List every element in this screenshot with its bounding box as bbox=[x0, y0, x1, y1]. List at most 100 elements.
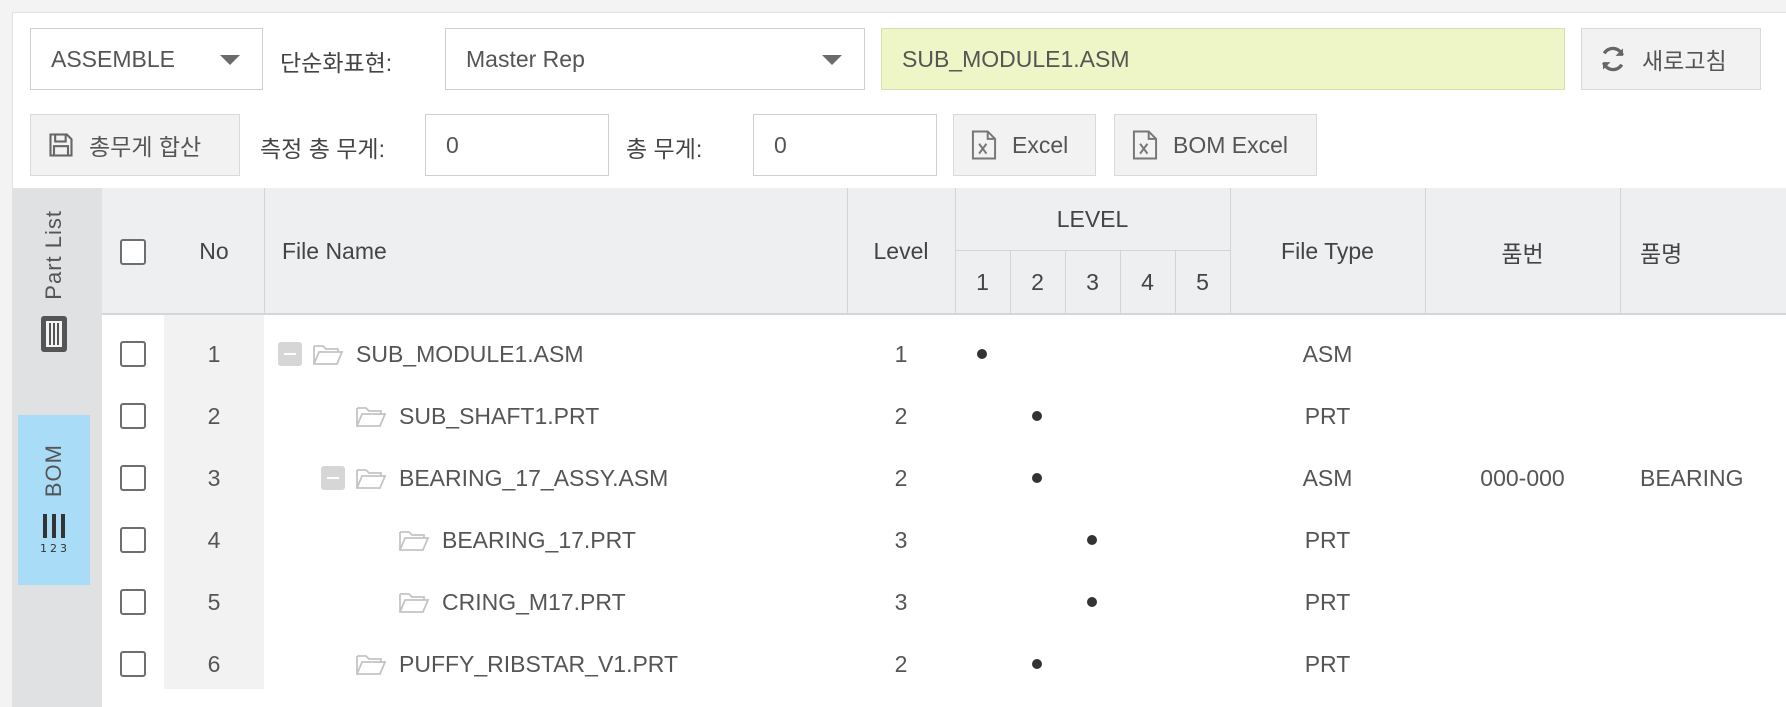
tab-bom[interactable]: BOM 1 2 3 bbox=[18, 415, 90, 585]
tab-part-list[interactable]: Part List bbox=[18, 210, 90, 390]
select-all-checkbox[interactable] bbox=[120, 238, 146, 265]
level-marker bbox=[1070, 571, 1114, 633]
table-row[interactable]: 6 PUFFY_RIBSTAR_V1.PRT 2 PRT bbox=[102, 633, 1786, 695]
row-file-type: PRT bbox=[1304, 526, 1351, 553]
current-file-field[interactable]: SUB_MODULE1.ASM bbox=[881, 28, 1565, 90]
row-file-type: PRT bbox=[1304, 402, 1351, 429]
row-checkbox-cell bbox=[120, 571, 150, 633]
row-checkbox[interactable] bbox=[120, 651, 146, 677]
header-file-type[interactable]: File Type bbox=[1230, 188, 1425, 315]
level-marker bbox=[960, 323, 1004, 385]
total-weight-input[interactable]: 0 bbox=[753, 114, 937, 176]
row-file-type: ASM bbox=[1302, 464, 1353, 491]
svg-text:2: 2 bbox=[50, 542, 57, 555]
row-checkbox[interactable] bbox=[120, 527, 146, 553]
row-no: 1 bbox=[207, 340, 221, 367]
rep-select-value: Master Rep bbox=[466, 45, 585, 72]
mode-select-value: ASSEMBLE bbox=[51, 45, 175, 72]
row-file-name: BEARING_17_ASSY.ASM bbox=[399, 464, 669, 491]
row-checkbox[interactable] bbox=[120, 465, 146, 491]
row-file-name: PUFFY_RIBSTAR_V1.PRT bbox=[399, 650, 679, 677]
bom-table: No File Name Level LEVEL 1 2 3 4 5 File … bbox=[102, 188, 1786, 707]
header-level-5: 5 bbox=[1196, 269, 1209, 295]
level-dot-icon bbox=[1032, 411, 1042, 421]
row-checkbox-cell bbox=[120, 633, 150, 695]
header-file-name[interactable]: File Name bbox=[282, 188, 942, 315]
table-row[interactable]: 1 SUB_MODULE1.ASM 1 ASM bbox=[102, 323, 1786, 385]
header-level[interactable]: Level bbox=[847, 188, 955, 315]
level-marker bbox=[1015, 633, 1059, 695]
row-checkbox[interactable] bbox=[120, 589, 146, 615]
row-file-name-cell[interactable]: PUFFY_RIBSTAR_V1.PRT bbox=[355, 633, 915, 695]
row-file-type: ASM bbox=[1302, 340, 1353, 367]
measured-weight-label: 측정 총 무게: bbox=[260, 136, 385, 162]
folder-icon bbox=[356, 407, 387, 427]
header-part-no[interactable]: 품번 bbox=[1425, 188, 1620, 315]
row-part-name bbox=[1640, 385, 1786, 447]
sum-weight-label: 총무게 합산 bbox=[89, 134, 202, 160]
header-level-2: 2 bbox=[1031, 269, 1044, 295]
row-part-no: 000-000 bbox=[1480, 464, 1565, 491]
header-part-name[interactable]: 품명 bbox=[1640, 188, 1786, 315]
row-no: 5 bbox=[207, 588, 221, 615]
table-row[interactable]: 3 BEARING_17_ASSY.ASM 2 ASM 000-000 BEARING bbox=[102, 447, 1786, 509]
row-level: 2 bbox=[894, 650, 908, 677]
row-part-no bbox=[1425, 509, 1620, 571]
row-part-name bbox=[1640, 509, 1786, 571]
row-file-name: BEARING_17.PRT bbox=[442, 526, 636, 553]
row-part-name: BEARING bbox=[1640, 464, 1744, 491]
table-row[interactable]: 4 BEARING_17.PRT 3 PRT bbox=[102, 509, 1786, 571]
svg-text:3: 3 bbox=[60, 542, 67, 555]
folder-icon bbox=[399, 531, 430, 551]
row-checkbox-cell bbox=[120, 509, 150, 571]
row-file-name: CRING_M17.PRT bbox=[442, 588, 626, 615]
row-level: 1 bbox=[894, 340, 908, 367]
rep-select[interactable]: Master Rep bbox=[445, 28, 865, 90]
header-no[interactable]: No bbox=[164, 188, 264, 315]
excel-icon bbox=[971, 130, 997, 160]
measured-weight-input[interactable]: 0 bbox=[425, 114, 609, 176]
row-no: 3 bbox=[207, 464, 221, 491]
row-no: 2 bbox=[207, 402, 221, 429]
row-level: 2 bbox=[894, 464, 908, 491]
row-level: 3 bbox=[894, 588, 908, 615]
sum-weight-button[interactable]: 총무게 합산 bbox=[30, 114, 240, 176]
table-row[interactable]: 2 SUB_SHAFT1.PRT 2 PRT bbox=[102, 385, 1786, 447]
collapse-icon[interactable] bbox=[321, 466, 345, 490]
row-no: 4 bbox=[207, 526, 221, 553]
row-file-type: PRT bbox=[1304, 588, 1351, 615]
svg-text:1: 1 bbox=[40, 542, 47, 555]
row-part-no bbox=[1425, 385, 1620, 447]
row-file-name-cell[interactable]: BEARING_17_ASSY.ASM bbox=[321, 447, 881, 509]
level-dot-icon bbox=[1032, 659, 1042, 669]
bom-excel-button[interactable]: BOM Excel bbox=[1114, 114, 1317, 176]
folder-icon bbox=[356, 655, 387, 675]
excel-label: Excel bbox=[1012, 131, 1069, 158]
row-file-name: SUB_MODULE1.ASM bbox=[356, 340, 584, 367]
select-all-cell bbox=[102, 188, 164, 315]
save-icon bbox=[49, 133, 73, 157]
row-checkbox-cell bbox=[120, 323, 150, 385]
row-checkbox[interactable] bbox=[120, 403, 146, 429]
level-marker bbox=[1015, 447, 1059, 509]
mode-select[interactable]: ASSEMBLE bbox=[30, 28, 263, 90]
simplified-rep-label: 단순화표현: bbox=[280, 50, 393, 76]
collapse-icon[interactable] bbox=[278, 342, 302, 366]
row-checkbox[interactable] bbox=[120, 341, 146, 367]
row-level: 2 bbox=[894, 402, 908, 429]
table-row[interactable]: 5 CRING_M17.PRT 3 PRT bbox=[102, 571, 1786, 633]
header-level-group: LEVEL bbox=[1056, 205, 1129, 232]
row-file-name-cell[interactable]: SUB_MODULE1.ASM bbox=[278, 323, 838, 385]
header-level-4: 4 bbox=[1141, 269, 1154, 295]
excel-button[interactable]: Excel bbox=[953, 114, 1096, 176]
level-marker bbox=[1015, 385, 1059, 447]
folder-icon bbox=[399, 593, 430, 613]
row-file-name: SUB_SHAFT1.PRT bbox=[399, 402, 600, 429]
chevron-down-icon bbox=[220, 55, 240, 65]
row-no: 6 bbox=[207, 650, 221, 677]
row-part-name bbox=[1640, 571, 1786, 633]
bom-icon: 1 2 3 bbox=[40, 513, 67, 555]
row-part-no bbox=[1425, 323, 1620, 385]
row-file-name-cell[interactable]: SUB_SHAFT1.PRT bbox=[355, 385, 915, 447]
refresh-button[interactable]: 새로고침 bbox=[1581, 28, 1761, 90]
